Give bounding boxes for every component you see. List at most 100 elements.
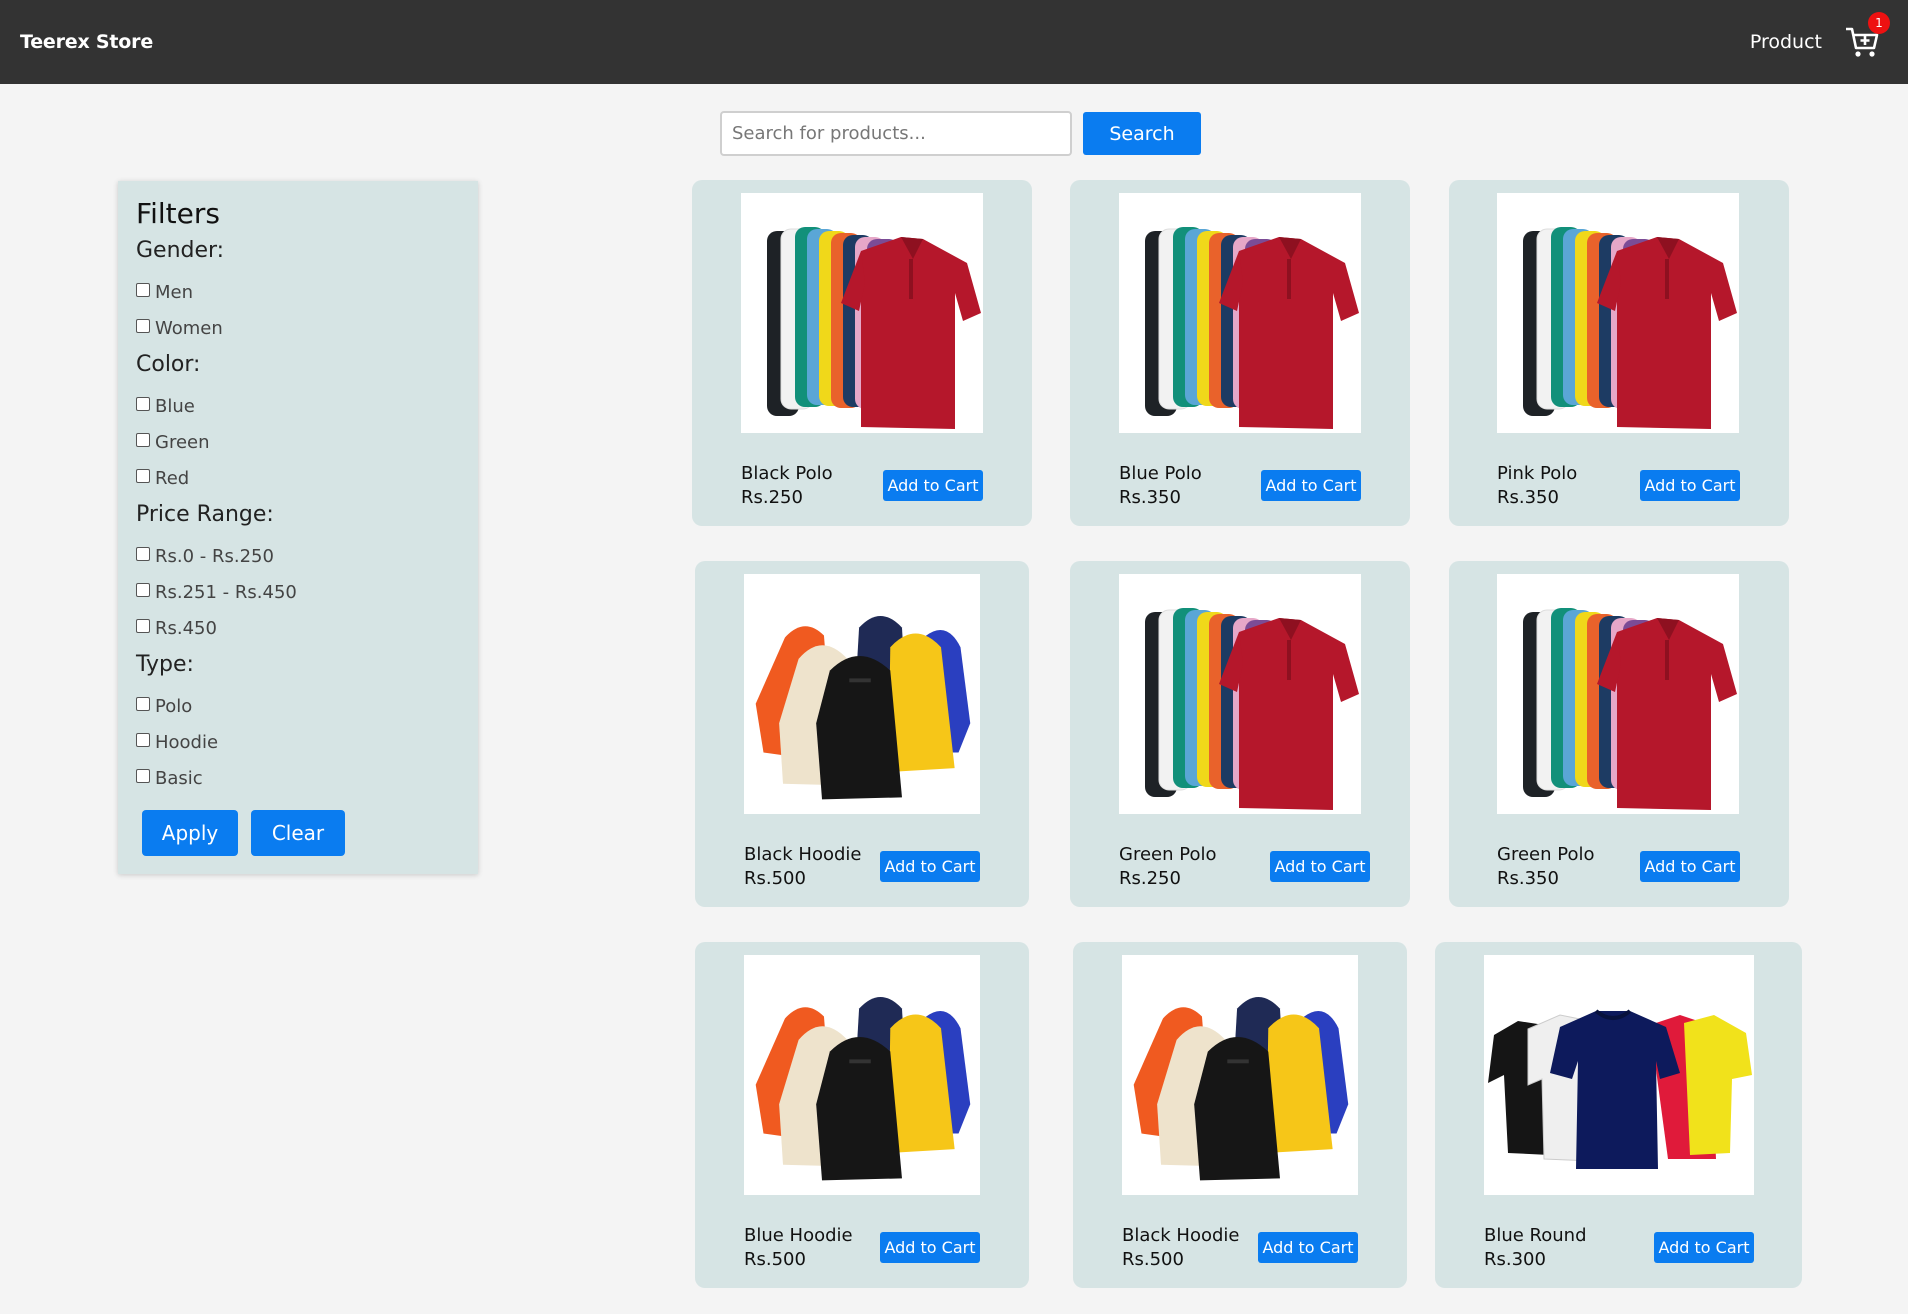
product-card: Green Polo Rs.350 Add to Cart: [1449, 561, 1789, 907]
product-image-polo[interactable]: [1119, 193, 1361, 433]
product-image-polo[interactable]: [1497, 574, 1739, 814]
checkbox[interactable]: [136, 283, 150, 297]
product-price: Rs.500: [744, 1249, 806, 1270]
checkbox[interactable]: [136, 547, 150, 561]
product-name: Black Hoodie: [1122, 1225, 1240, 1246]
product-price: Rs.500: [744, 868, 806, 889]
filter-option-blue[interactable]: Blue: [136, 388, 460, 424]
option-label: Rs.450: [155, 617, 217, 639]
product-image-round-tshirt[interactable]: [1484, 955, 1754, 1195]
gender-title: Gender:: [136, 238, 225, 263]
filter-option-price-251-450[interactable]: Rs.251 - Rs.450: [136, 574, 460, 610]
cart-count-badge: 1: [1868, 12, 1890, 34]
option-label: Green: [155, 431, 210, 453]
product-image-hoodie[interactable]: [744, 955, 980, 1195]
product-name: Pink Polo: [1497, 463, 1578, 484]
product-price: Rs.350: [1497, 487, 1559, 508]
filter-group-type: Type: Polo Hoodie Basic: [136, 652, 460, 796]
product-price: Rs.500: [1122, 1249, 1184, 1270]
product-price: Rs.300: [1484, 1249, 1546, 1270]
checkbox[interactable]: [136, 619, 150, 633]
product-name: Green Polo: [1497, 844, 1595, 865]
product-price: Rs.250: [741, 487, 803, 508]
search-input[interactable]: [720, 111, 1072, 156]
option-label: Hoodie: [155, 731, 219, 753]
filter-option-green[interactable]: Green: [136, 424, 460, 460]
product-name: Black Hoodie: [744, 844, 862, 865]
add-to-cart-button[interactable]: Add to Cart: [1640, 470, 1740, 501]
filter-option-polo[interactable]: Polo: [136, 688, 460, 724]
product-card: Pink Polo Rs.350 Add to Cart: [1449, 180, 1789, 526]
nav-right: Product 1: [1750, 12, 1890, 62]
search-button[interactable]: Search: [1083, 112, 1201, 155]
add-to-cart-button[interactable]: Add to Cart: [1270, 851, 1370, 882]
product-name: Blue Hoodie: [744, 1225, 853, 1246]
add-to-cart-button[interactable]: Add to Cart: [883, 470, 983, 501]
filter-option-price-0-250[interactable]: Rs.0 - Rs.250: [136, 538, 460, 574]
filter-actions: Apply Clear: [136, 810, 460, 856]
filter-group-color: Color: Blue Green Red: [136, 352, 460, 496]
product-card: Black Polo Rs.250 Add to Cart: [692, 180, 1032, 526]
checkbox[interactable]: [136, 319, 150, 333]
filter-option-price-450[interactable]: Rs.450: [136, 610, 460, 646]
clear-button[interactable]: Clear: [251, 810, 345, 856]
checkbox[interactable]: [136, 433, 150, 447]
brand-logo[interactable]: Teerex Store: [20, 31, 153, 53]
color-title: Color:: [136, 352, 201, 377]
filter-option-red[interactable]: Red: [136, 460, 460, 496]
filter-group-price: Price Range: Rs.0 - Rs.250 Rs.251 - Rs.4…: [136, 502, 460, 646]
type-title: Type:: [136, 652, 194, 677]
product-name: Green Polo: [1119, 844, 1217, 865]
option-label: Blue: [155, 395, 195, 417]
apply-button[interactable]: Apply: [142, 810, 238, 856]
option-label: Men: [155, 281, 194, 303]
option-label: Women: [155, 317, 223, 339]
product-name: Blue Polo: [1119, 463, 1202, 484]
filter-option-women[interactable]: Women: [136, 310, 460, 346]
checkbox[interactable]: [136, 697, 150, 711]
product-card: Black Hoodie Rs.500 Add to Cart: [695, 561, 1029, 907]
top-navbar: Teerex Store Product 1: [0, 0, 1908, 84]
filter-option-hoodie[interactable]: Hoodie: [136, 724, 460, 760]
add-to-cart-button[interactable]: Add to Cart: [880, 851, 980, 882]
add-to-cart-button[interactable]: Add to Cart: [880, 1232, 980, 1263]
product-image-hoodie[interactable]: [1122, 955, 1358, 1195]
product-image-polo[interactable]: [1497, 193, 1739, 433]
filters-title: Filters: [136, 197, 220, 230]
product-name: Blue Round: [1484, 1225, 1587, 1246]
product-image-polo[interactable]: [741, 193, 983, 433]
search-bar: Search: [720, 111, 1201, 156]
cart-button[interactable]: 1: [1844, 12, 1890, 62]
product-image-hoodie[interactable]: [744, 574, 980, 814]
product-card: Green Polo Rs.250 Add to Cart: [1070, 561, 1410, 907]
product-price: Rs.250: [1119, 868, 1181, 889]
filters-panel: Filters Gender: Men Women Color: Blue Gr…: [118, 181, 478, 874]
add-to-cart-button[interactable]: Add to Cart: [1258, 1232, 1358, 1263]
filter-group-gender: Gender: Men Women: [136, 238, 460, 346]
add-to-cart-button[interactable]: Add to Cart: [1640, 851, 1740, 882]
product-card: Blue Polo Rs.350 Add to Cart: [1070, 180, 1410, 526]
option-label: Rs.0 - Rs.250: [155, 545, 274, 567]
add-to-cart-button[interactable]: Add to Cart: [1654, 1232, 1754, 1263]
product-image-polo[interactable]: [1119, 574, 1361, 814]
product-name: Black Polo: [741, 463, 833, 484]
product-card: Blue Hoodie Rs.500 Add to Cart: [695, 942, 1029, 1288]
product-card: Blue Round Rs.300 Add to Cart: [1435, 942, 1802, 1288]
checkbox[interactable]: [136, 469, 150, 483]
checkbox[interactable]: [136, 733, 150, 747]
product-price: Rs.350: [1497, 868, 1559, 889]
checkbox[interactable]: [136, 397, 150, 411]
checkbox[interactable]: [136, 583, 150, 597]
option-label: Rs.251 - Rs.450: [155, 581, 297, 603]
price-title: Price Range:: [136, 502, 274, 527]
product-card: Black Hoodie Rs.500 Add to Cart: [1073, 942, 1407, 1288]
product-link[interactable]: Product: [1750, 31, 1822, 53]
option-label: Red: [155, 467, 190, 489]
add-to-cart-button[interactable]: Add to Cart: [1261, 470, 1361, 501]
checkbox[interactable]: [136, 769, 150, 783]
option-label: Polo: [155, 695, 193, 717]
filter-option-men[interactable]: Men: [136, 274, 460, 310]
filter-option-basic[interactable]: Basic: [136, 760, 460, 796]
option-label: Basic: [155, 767, 203, 789]
product-price: Rs.350: [1119, 487, 1181, 508]
